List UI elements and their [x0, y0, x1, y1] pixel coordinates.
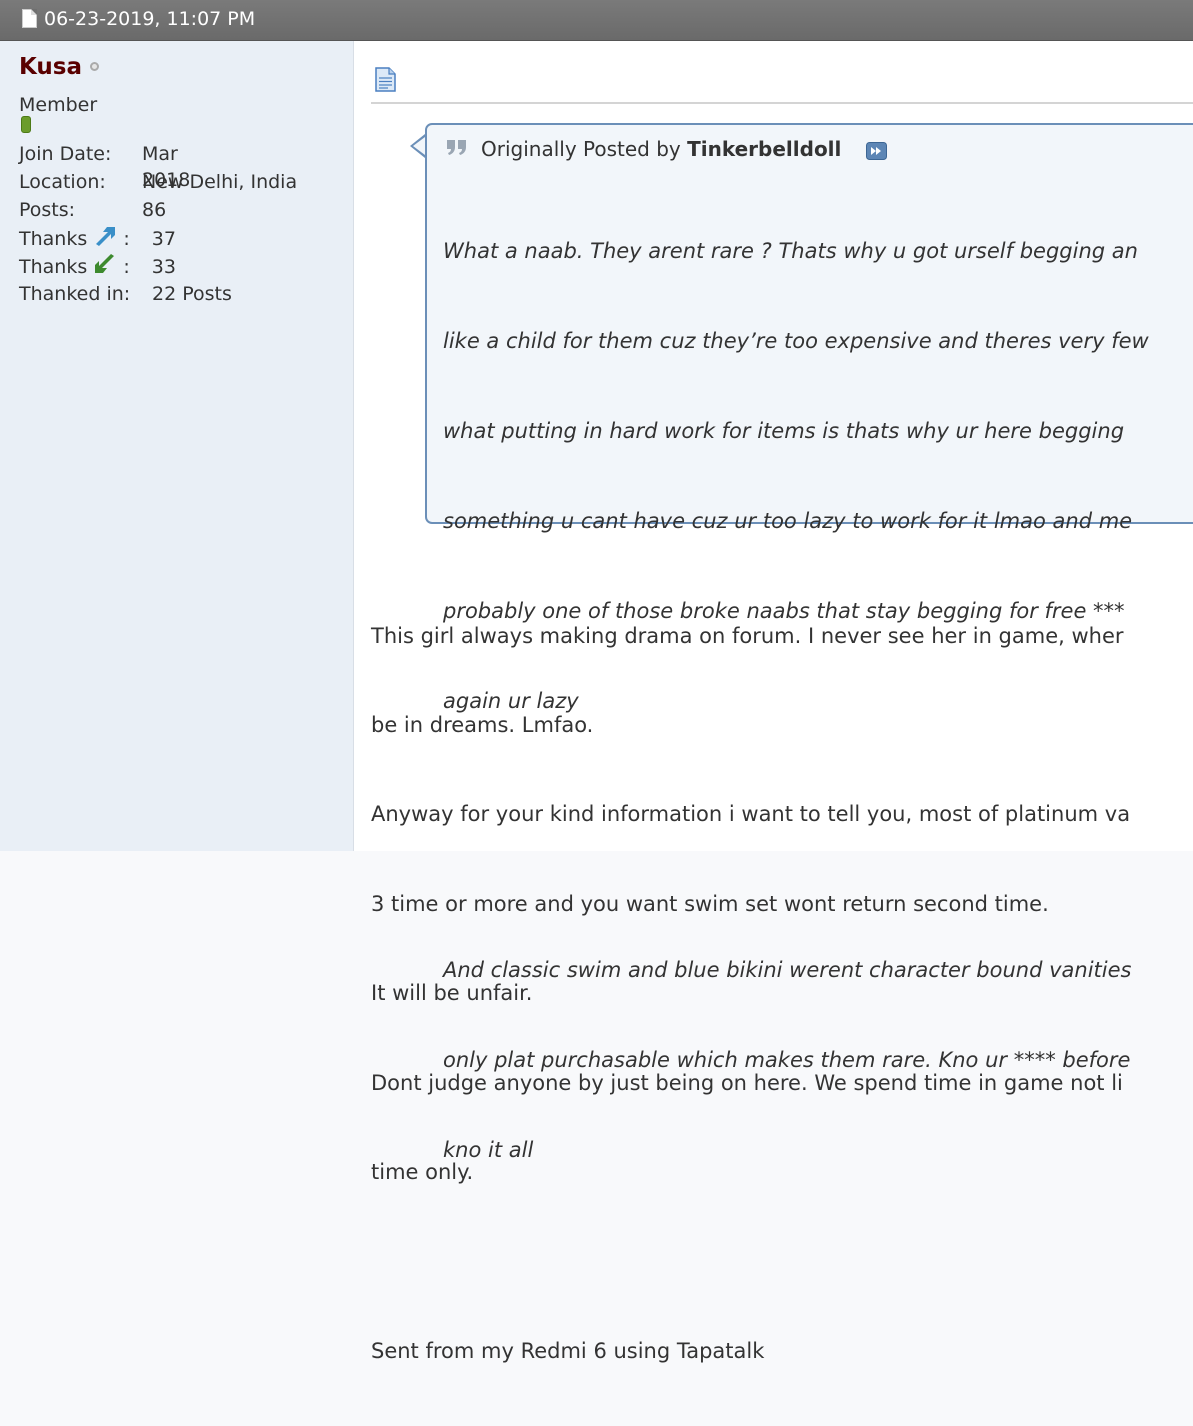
post-content: Originally Posted by Tinkerbelldoll What… — [354, 41, 1193, 1363]
join-date-row: Join Date: Mar 2018 — [19, 141, 190, 191]
quote-prefix: Originally Posted by — [481, 137, 681, 161]
quote-author: Tinkerbelldoll — [687, 137, 842, 161]
posts-row: Posts: 86 — [19, 197, 166, 223]
thanked-in-value: 22 Posts — [152, 283, 232, 305]
quote-line: what putting in hard work for items is t… — [443, 419, 1125, 443]
thanks-given-row: Thanks : 37 — [19, 225, 176, 251]
thanks-given-label: Thanks — [19, 228, 88, 250]
location-value: New Delhi, India — [142, 171, 298, 193]
quote-marks-icon — [447, 140, 466, 155]
user-info-sidebar: Kusa Member Join Date: Mar 2018 Location… — [0, 41, 354, 851]
quote-line: like a child for them cuz they’re too ex… — [443, 329, 1149, 353]
offline-status-icon — [90, 62, 99, 71]
thanks-received-label: Thanks — [19, 256, 88, 278]
message-line: be in dreams. Lmfao. — [371, 712, 594, 737]
arrow-up-right-icon — [93, 225, 117, 247]
user-title: Member — [19, 94, 98, 116]
message-line: time only. — [371, 1159, 474, 1184]
thanks-given-colon: : — [123, 228, 130, 250]
join-date-label: Join Date: — [19, 143, 112, 165]
thanks-given-value: 37 — [151, 228, 176, 250]
message-line — [371, 1247, 1193, 1277]
thanks-received-colon: : — [123, 256, 130, 278]
quote-line: What a naab. They arent rare ? Thats why… — [443, 239, 1138, 263]
location-row: Location: New Delhi, India — [19, 169, 297, 195]
thanked-in-label: Thanked in: — [19, 283, 131, 305]
thanked-in-row: Thanked in: 22 Posts — [19, 281, 232, 307]
quote-line: something u cant have cuz ur too lazy to… — [443, 509, 1133, 533]
username-link[interactable]: Kusa — [19, 54, 82, 80]
arrow-down-left-icon — [93, 253, 117, 275]
quote-header: Originally Posted by Tinkerbelldoll — [481, 137, 841, 161]
message-line: It will be unfair. — [371, 981, 533, 1006]
quote-pointer-inner — [413, 137, 425, 155]
post-date: 06-23-2019, 11:07 PM — [44, 8, 256, 30]
location-label: Location: — [19, 171, 106, 193]
post-header: 06-23-2019, 11:07 PM — [0, 0, 1193, 41]
thanks-received-value: 33 — [151, 256, 176, 278]
posts-value: 86 — [142, 199, 167, 221]
message-line: This girl always making drama on forum. … — [371, 623, 1124, 648]
document-icon — [22, 9, 37, 28]
post-message: This girl always making drama on forum. … — [371, 562, 1193, 1426]
message-line: Anyway for your kind information i want … — [371, 802, 1131, 827]
view-post-icon[interactable] — [866, 142, 887, 160]
thanks-received-row: Thanks : 33 — [19, 253, 176, 279]
message-line: 3 time or more and you want swim set won… — [371, 891, 1049, 916]
posts-label: Posts: — [19, 199, 76, 221]
signature: Sent from my Redmi 6 using Tapatalk — [371, 1338, 765, 1363]
post-document-icon — [375, 67, 396, 92]
reputation-icon[interactable] — [21, 116, 31, 133]
message-line: Dont judge anyone by just being on here.… — [371, 1070, 1123, 1095]
post-divider — [371, 102, 1193, 104]
